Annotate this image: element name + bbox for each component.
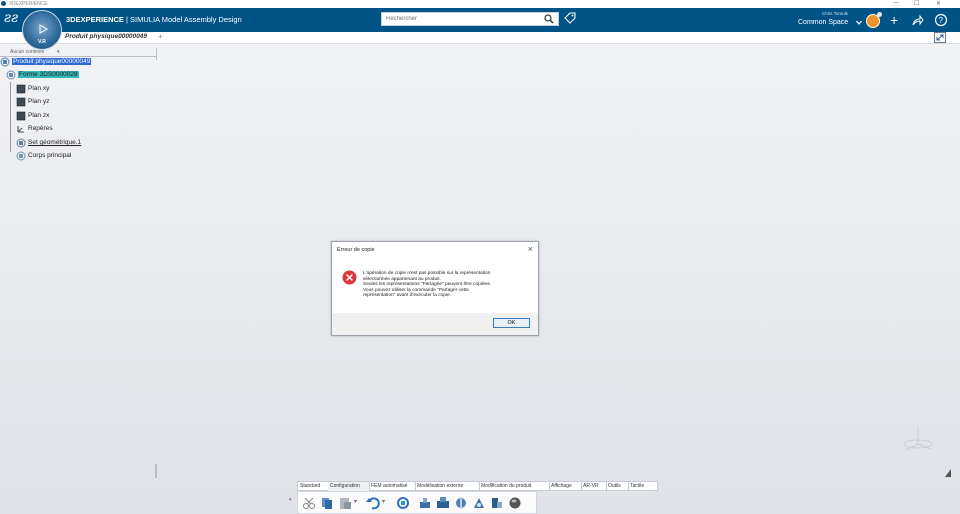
tab-separator — [549, 482, 550, 491]
error-icon — [342, 270, 357, 285]
tab-separator — [581, 482, 582, 491]
brand-name: 3DEXPERIENCE — [66, 15, 124, 24]
panel-handle[interactable] — [155, 464, 157, 478]
product-icon[interactable] — [436, 496, 450, 510]
tree-node-label: Produit physique00000049 — [12, 58, 92, 65]
update-icon[interactable] — [396, 496, 410, 510]
material-icon[interactable] — [508, 496, 522, 510]
ok-button[interactable]: OK — [493, 318, 530, 328]
undo-history-icon[interactable]: ▾ — [382, 498, 396, 512]
window-title-bar: 3DEXPERIENCE — ☐ ✕ — [0, 0, 960, 8]
tab-separator — [479, 482, 480, 491]
dialog-footer: OK — [332, 313, 538, 335]
close-icon[interactable]: × — [528, 244, 533, 254]
tree-node-label: Plan xy — [28, 85, 50, 92]
compass-widget[interactable]: V.R — [22, 10, 62, 50]
tree-node-label: Plan zx — [28, 112, 50, 119]
copy-icon[interactable] — [320, 496, 334, 510]
message-line: L'opération de copie n'est pas possible … — [363, 271, 491, 276]
part-icon[interactable] — [490, 496, 504, 510]
error-dialog: Erreur de copie × L'opération de copie n… — [331, 241, 539, 336]
product-icon — [0, 57, 10, 67]
chevron-down-icon[interactable]: ▾ — [289, 497, 292, 503]
tab-separator — [628, 482, 629, 491]
add-icon[interactable]: + — [890, 13, 898, 27]
action-tab[interactable]: Affichage — [551, 483, 572, 489]
share-icon[interactable] — [912, 15, 924, 27]
tag-icon[interactable] — [564, 12, 576, 24]
tab-document[interactable]: Produit physique00000049 — [65, 33, 147, 40]
panel-splitter[interactable] — [156, 48, 157, 60]
action-tab[interactable]: AR-VR — [583, 483, 599, 489]
user-name: Chris Tomnik — [822, 11, 848, 16]
collab-space-selector[interactable]: Common Space — [798, 19, 848, 26]
context-divider — [0, 56, 157, 57]
search-box[interactable] — [381, 12, 559, 26]
maximize-icon[interactable] — [934, 32, 946, 43]
action-tab[interactable]: Tactile — [630, 483, 644, 489]
engineering-icon[interactable] — [454, 496, 468, 510]
plane-icon — [16, 111, 26, 121]
minimize-icon[interactable]: — — [893, 0, 899, 6]
cursor-arrow-icon — [945, 469, 951, 477]
dialog-title: Erreur de copie — [337, 247, 375, 253]
compass-version: V.R — [38, 39, 46, 45]
action-bar-icons: ▾ ▾ — [297, 491, 537, 514]
action-tab[interactable]: Modification du produit — [481, 483, 531, 489]
add-tab-icon[interactable]: + — [158, 32, 163, 41]
tab-separator — [415, 482, 416, 491]
app-logo-icon — [1, 1, 6, 6]
tree-node-label: Plan yz — [28, 98, 50, 105]
dassault-logo-icon[interactable]: ƨƨ — [4, 10, 18, 26]
action-tab[interactable]: FEM automatisé — [371, 483, 407, 489]
robot-axis-icon[interactable] — [900, 424, 936, 452]
message-line: Seules les représentations "Partagée" pe… — [363, 282, 491, 288]
undo-icon[interactable] — [366, 496, 380, 510]
axis-icon — [16, 124, 26, 134]
play-icon[interactable] — [38, 24, 48, 34]
tree-node-label: Forme 3DS0000028 — [18, 71, 79, 78]
tree-connector — [10, 82, 11, 152]
action-tab[interactable]: Configuration — [330, 483, 360, 489]
action-tab[interactable]: Modélisation externe — [417, 483, 463, 489]
transform-icon[interactable] — [472, 496, 486, 510]
svg-text:?: ? — [939, 16, 944, 25]
plane-icon — [16, 84, 26, 94]
search-input[interactable] — [382, 13, 532, 25]
tab-separator — [369, 482, 370, 491]
tree-node-label: Set géométrique.1 — [28, 139, 82, 146]
action-bar-tabs: Standard Configuration FEM automatisé Modél… — [297, 481, 658, 491]
dialog-message: L'opération de copie n'est pas possible … — [363, 271, 491, 299]
app-name: | SIMULIA Model Assembly Design — [123, 15, 242, 24]
search-icon[interactable] — [544, 14, 554, 24]
window-title: 3DEXPERIENCE — [9, 1, 48, 7]
document-tab-bar: Produit physique00000049 + — [0, 32, 960, 44]
close-window-icon[interactable]: ✕ — [936, 0, 941, 7]
geoset-icon — [16, 138, 26, 148]
notification-badge — [877, 12, 882, 17]
chevron-down-icon[interactable]: ▾ — [57, 49, 60, 55]
chevron-down-icon[interactable] — [856, 20, 862, 25]
message-line: représentation" avant d'exécuter la copi… — [363, 293, 451, 299]
assembly-icon[interactable] — [418, 496, 432, 510]
restore-icon[interactable]: ☐ — [914, 0, 919, 7]
tab-separator — [606, 482, 607, 491]
top-app-bar: ƨƨ 3DEXPERIENCE | SIMULIA Model Assembly… — [0, 8, 960, 32]
action-tab[interactable]: Standard — [300, 483, 320, 489]
tree-node-label: Corps principal — [28, 152, 72, 159]
paste-icon[interactable] — [338, 496, 352, 510]
cut-icon[interactable] — [302, 496, 316, 510]
body-icon — [16, 151, 26, 161]
help-icon[interactable]: ? — [934, 13, 948, 27]
app-title: 3DEXPERIENCE | SIMULIA Model Assembly De… — [66, 15, 242, 24]
tree-node-label: Repères — [28, 125, 53, 132]
context-selector[interactable]: Aucun contexte ▾ — [0, 48, 157, 57]
action-tab[interactable]: Outils — [608, 483, 621, 489]
shape-icon — [6, 70, 16, 80]
plane-icon — [16, 97, 26, 107]
